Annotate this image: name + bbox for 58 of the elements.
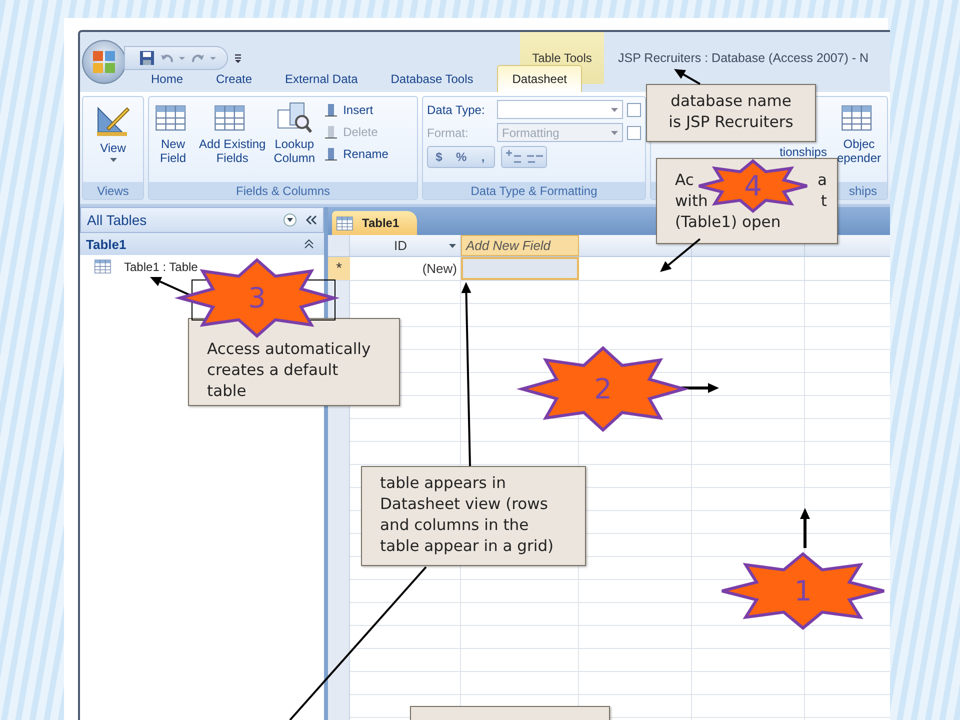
callout-text: (Table1) open xyxy=(675,212,781,233)
table-icon xyxy=(336,214,356,232)
dropdown-field[interactable] xyxy=(497,100,623,119)
step-number: 3 xyxy=(248,282,266,314)
ribbon-tab[interactable]: Create xyxy=(201,65,268,92)
ribbon-button[interactable]: Rename xyxy=(321,144,390,164)
group-label: Fields & Columns xyxy=(149,182,417,199)
field-label: Data Type: xyxy=(427,102,486,116)
ribbon-button[interactable]: Lookup Column xyxy=(272,100,318,167)
format-button[interactable]: , xyxy=(472,147,494,167)
callout-text: table appears in Datasheet view (rows and columns in the table appear in a grid) xyxy=(361,466,586,566)
arrow xyxy=(150,276,192,297)
lookup-column-icon xyxy=(276,102,312,134)
group-label: Data Type & Formatting xyxy=(423,182,645,199)
callout-text: Access automatically creates a default table xyxy=(188,318,400,406)
ribbon-tab[interactable]: Home xyxy=(136,65,198,92)
ribbon-button[interactable]: Insert xyxy=(321,100,390,120)
column-header[interactable]: Add New Field xyxy=(461,235,579,256)
caret-icon xyxy=(611,108,618,112)
arrow xyxy=(660,238,701,272)
step-number: 1 xyxy=(794,574,812,608)
checkbox[interactable] xyxy=(627,102,641,116)
arrow xyxy=(674,69,700,85)
customize-toolbar-icon[interactable] xyxy=(234,53,242,63)
ribbon-button[interactable]: Objec epender xyxy=(834,100,883,167)
callout-text: database name is JSP Recruiters xyxy=(646,84,816,142)
view-button[interactable]: View xyxy=(93,100,133,164)
delete-column-icon xyxy=(323,124,340,140)
dropdown-icon[interactable] xyxy=(283,213,297,227)
caret-icon[interactable] xyxy=(449,244,456,248)
ribbon-button[interactable]: Add Existing Fields xyxy=(197,100,268,167)
pane-title: All Tables xyxy=(87,212,147,228)
table-cell[interactable] xyxy=(461,257,579,280)
step-number: 2 xyxy=(594,372,612,406)
table-icon xyxy=(94,258,114,275)
caret-icon xyxy=(110,158,116,162)
format-button[interactable]: % xyxy=(450,147,472,167)
ribbon-button[interactable]: tionships xyxy=(778,143,829,161)
ribbon-tab[interactable]: Database Tools xyxy=(376,65,488,92)
ribbon-button[interactable]: New Field xyxy=(153,100,193,167)
collapse-group-icon[interactable] xyxy=(304,239,314,249)
field-label: Format: xyxy=(427,126,470,140)
row-marker: * xyxy=(328,257,350,280)
format-button[interactable]: $ xyxy=(428,147,450,167)
logo-icon xyxy=(91,49,117,75)
collapse-icon[interactable] xyxy=(305,215,317,225)
office-button[interactable] xyxy=(82,40,126,84)
group-header: Table1 xyxy=(86,236,126,252)
group-label: Views xyxy=(83,182,143,199)
caret-icon xyxy=(611,130,618,134)
rename-column-icon xyxy=(323,146,340,162)
ribbon-tab[interactable]: Datasheet xyxy=(497,65,582,92)
arrow xyxy=(800,508,810,548)
save-icon[interactable] xyxy=(139,50,155,66)
ribbon-tab[interactable]: External Data xyxy=(270,65,373,92)
document-tab[interactable]: Table1 xyxy=(332,211,418,235)
window-title: JSP Recruiters : Database (Access 2007) - N xyxy=(617,50,870,66)
insert-column-icon xyxy=(323,102,340,118)
